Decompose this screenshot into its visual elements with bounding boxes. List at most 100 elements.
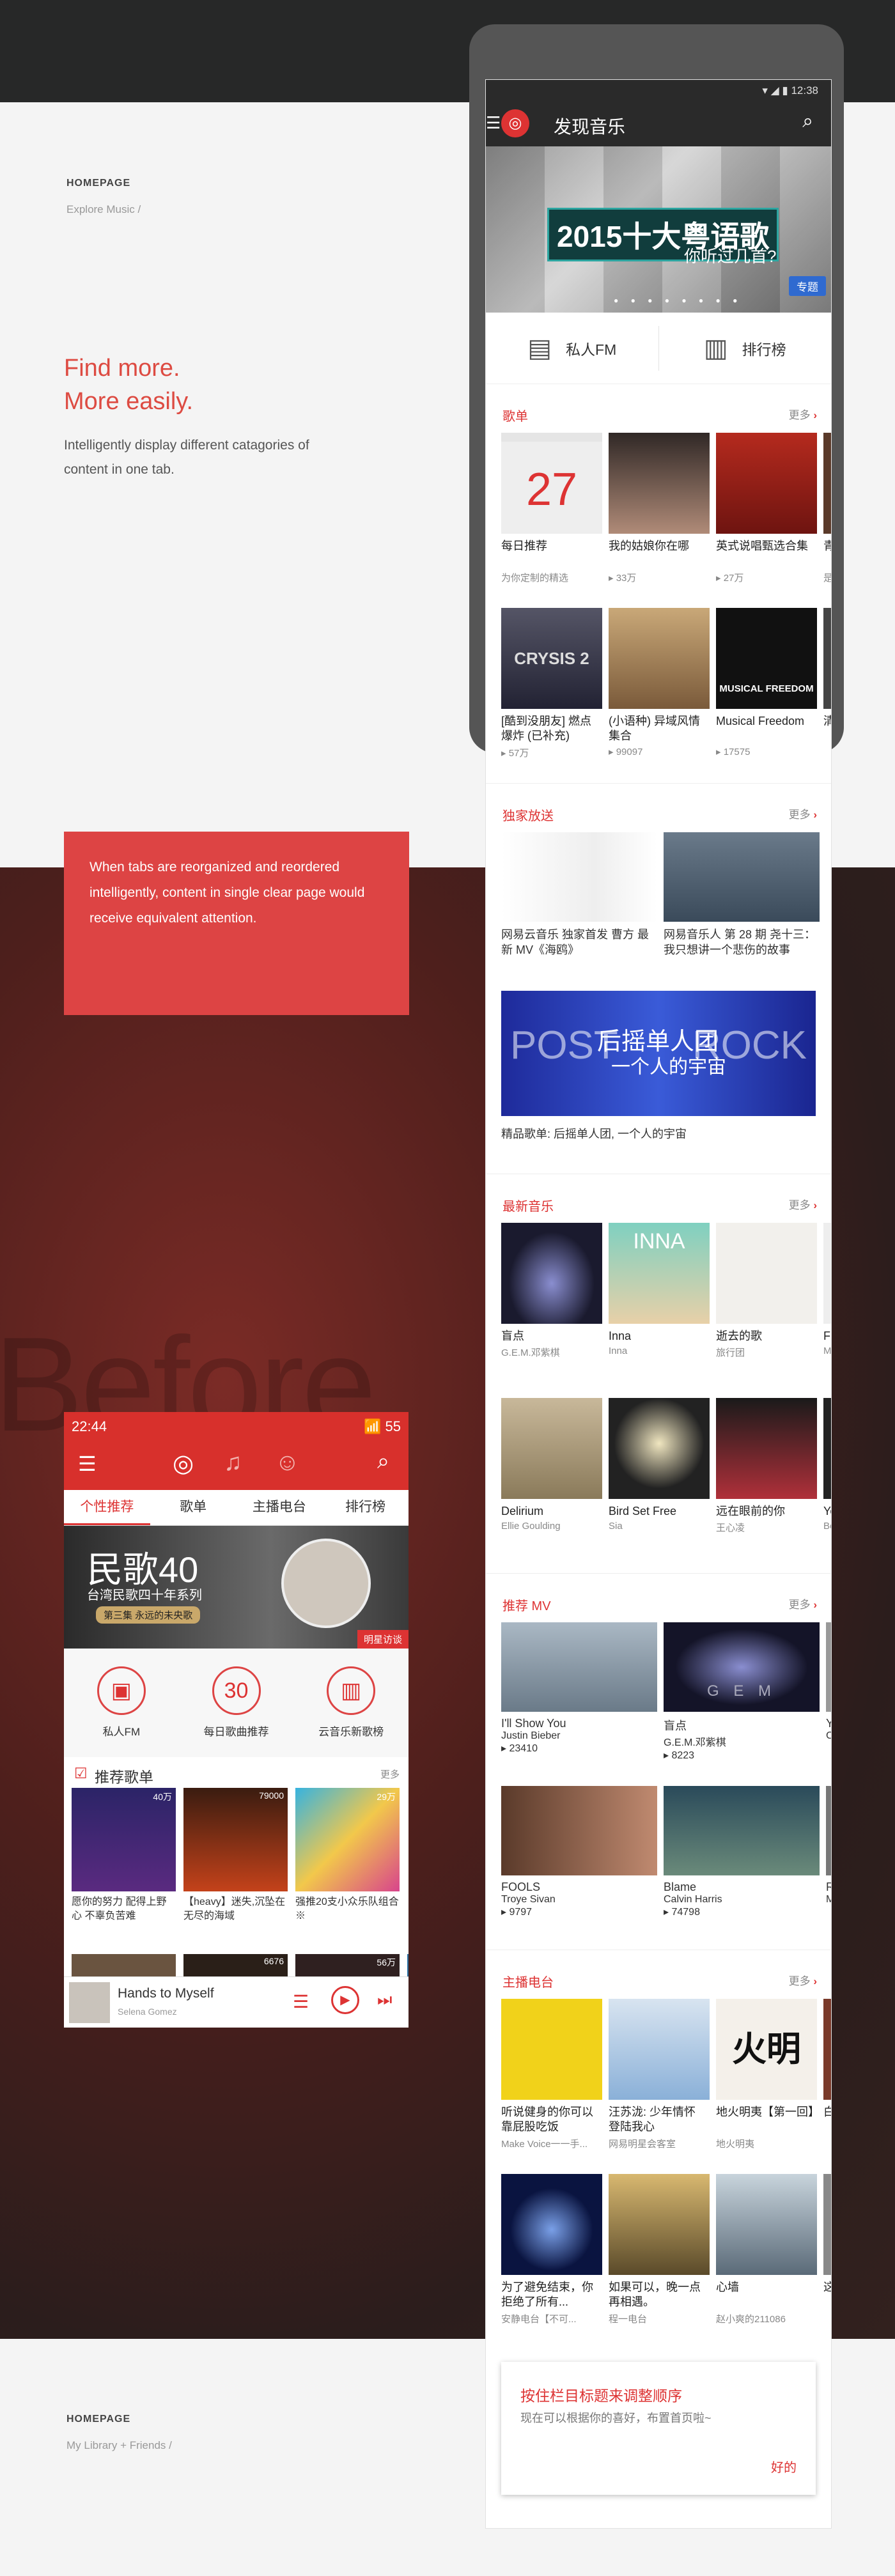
card-title: [酷到没朋友] 燃点爆炸 (已补充): [501, 715, 592, 742]
old-banner[interactable]: 民歌40 台湾民歌四十年系列 第三集 永远的未央歌 明星访谈: [64, 1526, 409, 1649]
old-playlist-grid: 40万 愿你的努力 配得上野心 不辜负苦难 79000 【heavy】迷失,沉坠在无…: [64, 1783, 409, 1926]
more-link[interactable]: 更多 ›: [789, 1595, 817, 1611]
card-title: 清: [823, 715, 831, 727]
radio-card[interactable]: 这: [823, 2174, 831, 2349]
playlist-card[interactable]: (小语种) 异域风情集合 ▸ 99097: [609, 608, 710, 783]
mv-card[interactable]: G E M 盲点 G.E.M.邓紫棋 ▸ 8223: [664, 1622, 820, 1786]
album-card[interactable]: Yo Be: [823, 1398, 831, 1573]
banner[interactable]: 2015十大粤语歌 你听过几首? 专题 ● ● ● ● ● ● ● ●: [486, 146, 831, 313]
radio-card[interactable]: 汪苏泷: 少年情怀 登陆我心 网易明星会客室: [609, 1999, 710, 2174]
mini-player[interactable]: Hands to Myself Selena Gomez ☰ ▶ ⏭: [64, 1976, 409, 2028]
tab-recommend[interactable]: 个性推荐: [64, 1490, 150, 1525]
album-title: Inna: [609, 1330, 632, 1342]
album-cover: [501, 1223, 602, 1324]
tab-charts[interactable]: 排行榜: [322, 1490, 409, 1525]
play-icon[interactable]: ▶: [331, 1986, 359, 2014]
play-count: 79000: [259, 1790, 284, 1801]
mv-title: Re: [826, 1881, 831, 1893]
menu-icon[interactable]: ☰: [78, 1452, 97, 1476]
more-label: 更多: [788, 1975, 811, 1987]
more-link[interactable]: 更多 ›: [789, 1196, 817, 1212]
mv-card[interactable]: FOOLS Troye Sivan ▸ 9797: [501, 1786, 657, 1950]
playlist-card[interactable]: 29万 强推20支小众乐队组合※: [295, 1788, 400, 1926]
quick-charts[interactable]: ▥ 云音乐新歌榜: [293, 1649, 409, 1757]
album-card[interactable]: INNA Inna Inna: [609, 1223, 710, 1398]
exclusive-card[interactable]: 网易音乐人 第 28 期 尧十三：我只想讲一个悲伤的故事: [664, 832, 820, 991]
radio-card[interactable]: 为了避免结束，你拒绝了所有... 安静电台【不可...: [501, 2174, 602, 2349]
mv-card[interactable]: ReM: [826, 1786, 831, 1950]
radio-card[interactable]: 火明 地火明夷【第一回】 地火明夷: [716, 1999, 817, 2174]
playlist-icon[interactable]: ☰: [293, 1991, 309, 2012]
play-count: 29万: [377, 1792, 396, 1802]
playlist-card[interactable]: 我的姑娘你在哪 ▸ 33万: [609, 433, 710, 608]
radio-card[interactable]: 听说健身的你可以靠屁股吃饭 Make Voice一一手...: [501, 1999, 602, 2174]
playlist-card[interactable]: 79000 【heavy】迷失,沉坠在无尽的海域: [183, 1788, 288, 1926]
exclusive-card[interactable]: 网易云音乐 独家首发 曹方 最新 MV《海鸥》: [501, 832, 657, 991]
album-card[interactable]: 盲点 G.E.M.邓紫棋: [501, 1223, 602, 1398]
mv-card[interactable]: Blame Calvin Harris ▸ 74798: [664, 1786, 820, 1950]
more-link[interactable]: 更多 ›: [789, 406, 817, 422]
battery-level: 55: [385, 1418, 401, 1434]
music-logo-icon[interactable]: ◎: [173, 1449, 194, 1478]
playlist-card[interactable]: MUSICAL FREEDOM Musical Freedom ▸ 17575: [716, 608, 817, 783]
featured-banner[interactable]: POST ROCK 后摇单人团 一个人的宇宙: [501, 991, 816, 1116]
status-time: 22:44: [72, 1418, 107, 1434]
album-artist: 旅行团: [716, 1347, 745, 1357]
more-link[interactable]: 更多 ›: [789, 805, 817, 821]
card-cover: MUSICAL FREEDOM: [716, 608, 817, 709]
playlist-card[interactable]: CRYSIS 2 [酷到没朋友] 燃点爆炸 (已补充) ▸ 57万: [501, 608, 602, 783]
chevron-right-icon: ›: [813, 1599, 817, 1611]
section-title: 独家放送: [502, 809, 554, 823]
album-card[interactable]: Delirium Ellie Goulding: [501, 1398, 602, 1573]
album-cover: INNA: [609, 1223, 710, 1324]
playlist-card[interactable]: 27 每日推荐 为你定制的精选: [501, 433, 602, 608]
playlist-card[interactable]: 青是: [823, 433, 831, 608]
album-card[interactable]: 远在眼前的你 王心凌: [716, 1398, 817, 1573]
music-note-icon[interactable]: ♫: [224, 1449, 242, 1477]
radio-host: Make Voice一一手...: [501, 2139, 588, 2148]
mv-card[interactable]: YoCa: [826, 1622, 831, 1786]
chevron-right-icon: ›: [813, 1199, 817, 1211]
playlist-card[interactable]: 英式说唱甄选合集 ▸ 27万: [716, 433, 817, 608]
ok-button[interactable]: 好的: [771, 2457, 797, 2476]
quick-fm[interactable]: ▣ 私人FM: [64, 1649, 179, 1757]
album-card[interactable]: Fl M: [823, 1223, 831, 1398]
menu-icon[interactable]: ☰: [486, 113, 501, 133]
radio-cover: [609, 1999, 710, 2100]
song-title: Hands to Myself: [118, 1986, 214, 2001]
tab-radio[interactable]: 主播电台: [237, 1490, 323, 1525]
intro-text: Intelligently display different catagori…: [64, 438, 309, 477]
playlist-card[interactable]: 清: [823, 608, 831, 783]
mv-title: Yo: [826, 1717, 831, 1730]
mv-cover: [501, 1622, 657, 1712]
radio-card[interactable]: 心墙 赵小爽的211086: [716, 2174, 817, 2349]
next-icon[interactable]: ⏭: [377, 1990, 392, 2010]
card-title: 网易云音乐 独家首发 曹方 最新 MV《海鸥》: [501, 928, 650, 956]
private-fm-button[interactable]: ▤ 私人FM: [486, 334, 658, 363]
radio-card[interactable]: 如果可以，晚一点再相遇。 程一电台: [609, 2174, 710, 2349]
friends-icon[interactable]: ☺: [275, 1449, 300, 1477]
album-card[interactable]: Bird Set Free Sia: [609, 1398, 710, 1573]
card-cover: [823, 608, 831, 709]
tab-playlist[interactable]: 歌单: [150, 1490, 237, 1525]
album-artist: Sia: [609, 1521, 623, 1532]
wifi-icon: 📶: [363, 1418, 382, 1434]
playlist-card[interactable]: 40万 愿你的努力 配得上野心 不辜负苦难: [72, 1788, 176, 1926]
charts-button[interactable]: ▥ 排行榜: [659, 334, 832, 363]
album-title: Fl: [823, 1330, 831, 1342]
album-artist: M: [823, 1346, 831, 1356]
mv-cover: [826, 1622, 831, 1712]
album-card[interactable]: 逝去的歌 旅行团: [716, 1223, 817, 1398]
card-cover: [609, 608, 710, 709]
more-link[interactable]: 更多 ›: [789, 1972, 817, 1988]
status-right: 📶 55: [364, 1418, 401, 1435]
radio-card[interactable]: 白: [823, 1999, 831, 2174]
section-title: 推荐 MV: [502, 1599, 551, 1613]
quick-daily[interactable]: 30 每日歌曲推荐: [179, 1649, 294, 1757]
search-icon[interactable]: ⌕: [802, 111, 813, 132]
album-art: [69, 1982, 110, 2023]
section-label: HOMEPAGE: [66, 178, 131, 189]
mv-card[interactable]: I'll Show You Justin Bieber ▸ 23410: [501, 1622, 657, 1786]
search-icon[interactable]: ⌕: [377, 1449, 389, 1474]
more-link[interactable]: 更多: [380, 1767, 400, 1781]
